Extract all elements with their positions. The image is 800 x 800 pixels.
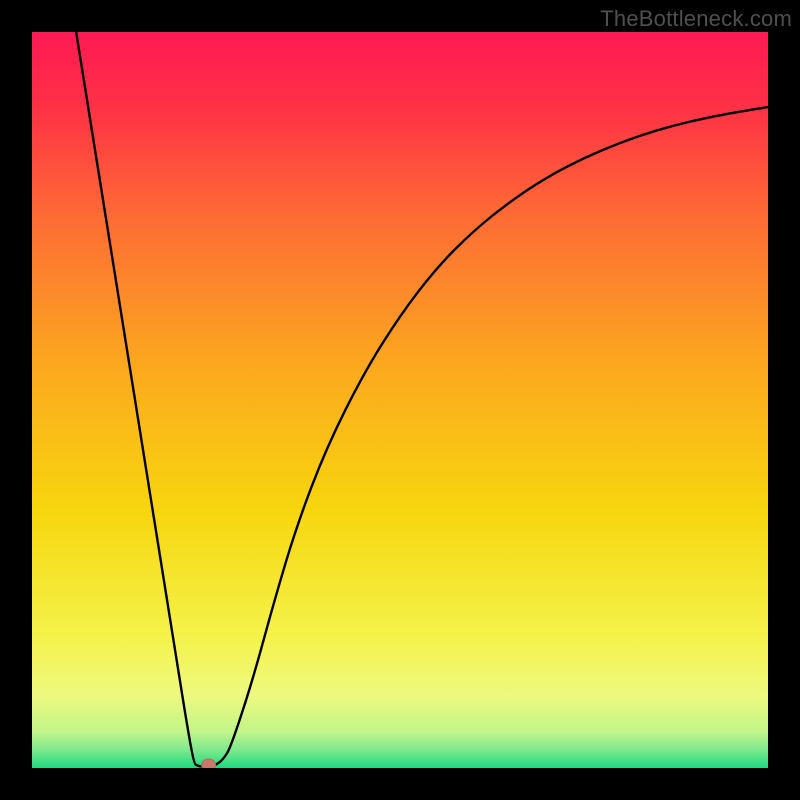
- chart-frame: TheBottleneck.com: [0, 0, 800, 800]
- plot-area: [32, 32, 768, 768]
- gradient-plot: [32, 32, 768, 768]
- gradient-background: [32, 32, 768, 768]
- attribution-text: TheBottleneck.com: [600, 6, 792, 32]
- optimal-point-marker: [202, 759, 216, 768]
